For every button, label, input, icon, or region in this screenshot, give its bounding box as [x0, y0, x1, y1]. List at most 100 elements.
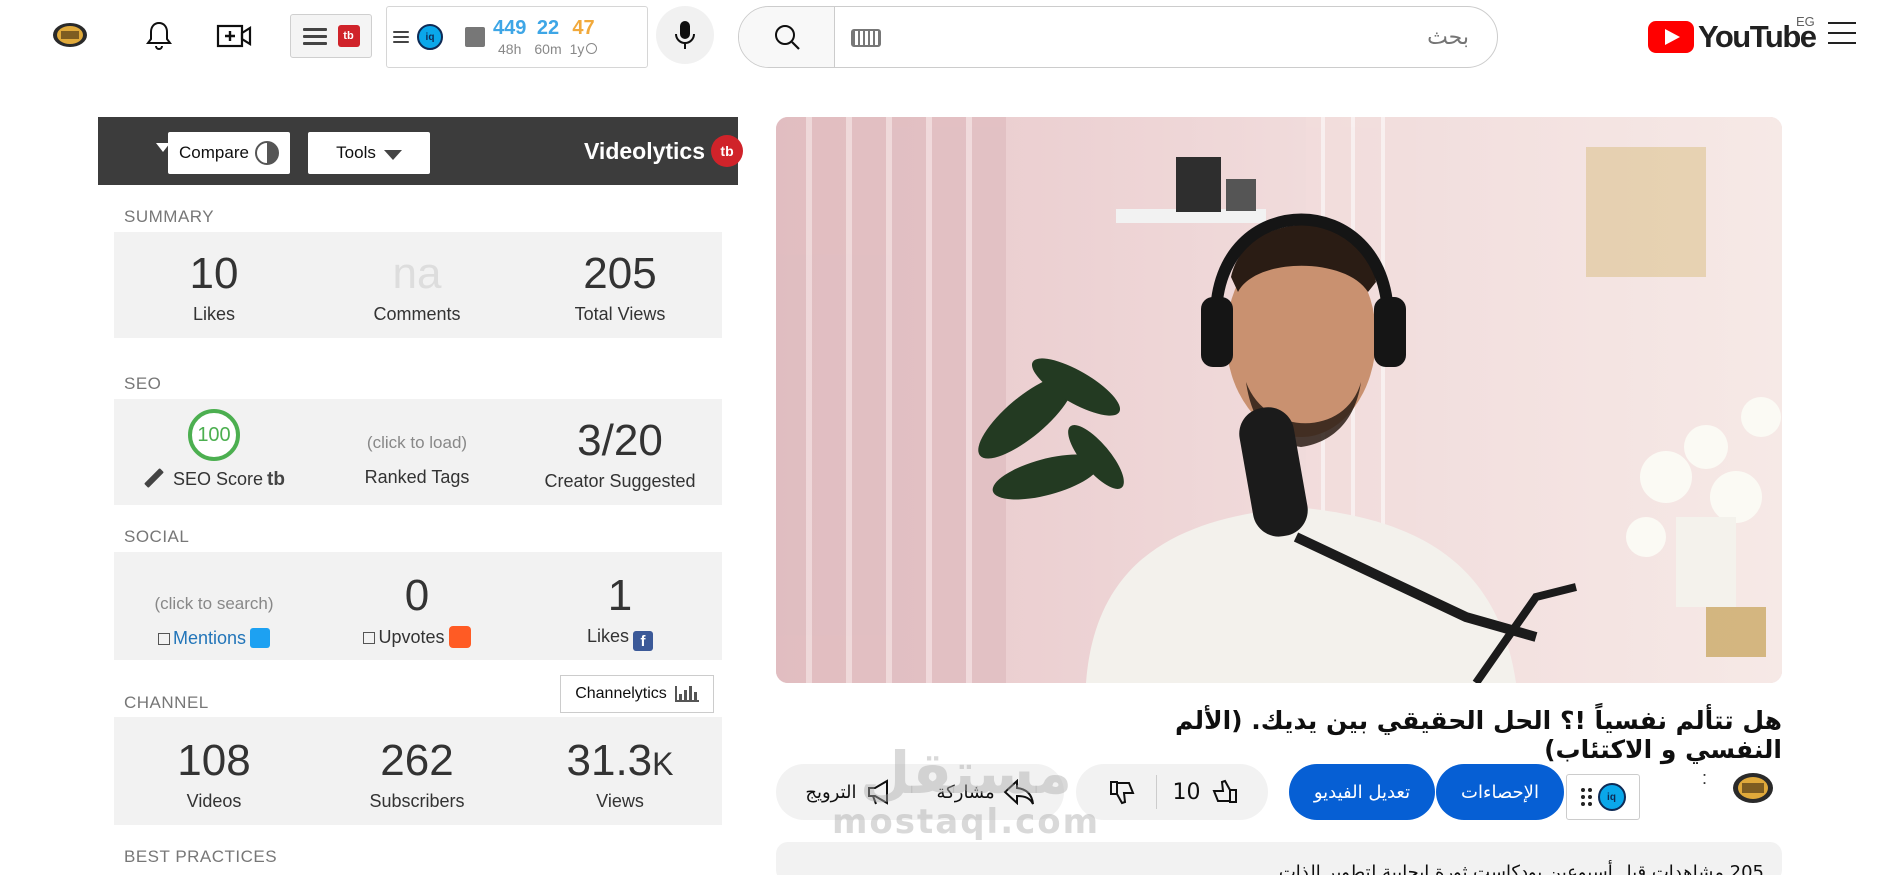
tubebuddy-logo-icon: tb [711, 135, 744, 167]
likes-value: 10 [189, 249, 239, 298]
channel-avatar[interactable] [1732, 770, 1774, 806]
seo-score-row: SEO Score tb [114, 468, 314, 491]
share-promote-group: الترويج مشاركة [776, 764, 1064, 820]
total-views-value: 205 [583, 249, 657, 298]
best-practices-heading: BEST PRACTICES [124, 847, 278, 866]
facebook-icon: f [633, 631, 654, 651]
share-button[interactable]: مشاركة [937, 779, 1035, 805]
seo-score-ring: 100 [188, 409, 240, 461]
comments-stat: na Comments [317, 252, 517, 325]
channel-subscribers-stat: 262 Subscribers [317, 739, 517, 812]
facebook-likes-stat: 1 Likes f [520, 574, 720, 651]
vidiq-extension-button[interactable]: iq [1566, 774, 1640, 820]
stat-label: 60m [534, 41, 562, 57]
vidiq-logo-icon: iq [1597, 783, 1626, 811]
summary-heading: SUMMARY [124, 207, 215, 226]
create-video-icon[interactable] [214, 18, 254, 54]
channel-heading: CHANNEL [124, 693, 209, 712]
tubebuddy-mini-icon: tb [267, 469, 285, 490]
like-dislike-group: 10 [1076, 764, 1268, 820]
analytics-button[interactable]: الإحصاءات [1436, 764, 1564, 820]
promote-button[interactable]: الترويج [805, 778, 896, 806]
upvotes-row: Upvotes [317, 626, 517, 648]
search-button[interactable] [739, 7, 835, 67]
tools-dropdown[interactable]: Tools [308, 132, 430, 174]
promote-label: الترويج [805, 781, 857, 803]
channel-videos-stat: 108 Videos [114, 739, 314, 812]
video-frame-image [776, 117, 1782, 683]
realtime-60m-stat: 22 60m [534, 18, 561, 56]
guide-menu-icon[interactable] [1828, 22, 1858, 48]
country-code: EG [1796, 14, 1815, 29]
edit-video-button[interactable]: تعديل الفيديو [1289, 764, 1435, 820]
social-heading: SOCIAL [124, 527, 190, 546]
total-views-stat: 205 Total Views [520, 252, 720, 325]
caret-down-icon [383, 149, 402, 160]
like-button[interactable]: 10 [1157, 778, 1257, 806]
dislike-button[interactable] [1088, 775, 1157, 809]
channelytics-label: Channelytics [575, 685, 667, 702]
stat-value: 47 [572, 17, 595, 39]
stat-label: 48h [498, 41, 522, 57]
video-player[interactable] [776, 117, 1782, 683]
subscribers-value: 262 [380, 736, 454, 785]
reddit-upvotes-stat: 0 Upvotes [317, 574, 517, 648]
realtime-48h-stat: 449 48h [493, 18, 526, 56]
channelytics-button[interactable]: Channelytics [560, 675, 714, 713]
summary-card: 10 Likes na Comments 205 Total Views [114, 232, 722, 338]
fb-likes-row: Likes f [520, 626, 720, 651]
channel-card: 108 Videos 262 Subscribers 31.3K Views [114, 717, 722, 825]
mentions-stat[interactable]: (click to search) Mentions [114, 594, 314, 649]
hamburger-icon [302, 24, 327, 49]
keyboard-icon[interactable] [851, 29, 881, 47]
thumbs-down-icon [1109, 781, 1134, 805]
tools-label: Tools [336, 143, 376, 162]
videolytics-panel: Compare Tools Videolytics tb SUMMARY 10 … [98, 117, 744, 875]
stat-label-text: 1y [569, 41, 585, 57]
ranked-tags-stat[interactable]: (click to load) Ranked Tags [317, 433, 517, 488]
comments-label: Comments [373, 304, 461, 324]
channel-views-suffix: K [652, 746, 674, 782]
mentions-link[interactable]: Mentions [173, 628, 246, 648]
channel-views-label: Views [596, 791, 644, 811]
youtube-logo[interactable]: YouTube [1648, 18, 1817, 56]
account-avatar[interactable] [52, 20, 88, 50]
tubebuddy-logo-icon: tb [337, 25, 360, 47]
share-label: مشاركة [936, 781, 995, 803]
seo-card: 100 SEO Score tb (click to load) Ranked T… [114, 399, 722, 505]
search-input[interactable] [835, 7, 1497, 67]
likes-label: Likes [192, 304, 236, 324]
search-icon [774, 25, 800, 50]
total-views-label: Total Views [574, 304, 666, 324]
creator-suggested-stat: 3/20 Creator Suggested [520, 419, 720, 492]
upvotes-label: Upvotes [378, 627, 445, 647]
bar-chart-icon [674, 686, 699, 702]
seo-heading: SEO [124, 374, 162, 393]
video-description[interactable]: 205 مشاهدات قبل أسبوعين بودكاست ثورة إيج… [776, 842, 1782, 875]
megaphone-icon [867, 779, 888, 805]
voice-search-mic-icon[interactable] [656, 6, 714, 64]
masthead: tb iq 449 48h 22 60m 47 1y YouTube [0, 0, 1890, 76]
fb-likes-label: Likes [586, 626, 630, 646]
likes-stat: 10 Likes [114, 252, 314, 325]
youtube-play-icon [1648, 21, 1694, 53]
notifications-bell-icon[interactable] [142, 18, 176, 54]
reddit-icon [448, 626, 471, 648]
compare-icon [254, 141, 279, 165]
subscribers-label: Subscribers [369, 791, 465, 811]
stat-value: 449 [493, 17, 527, 39]
seo-score-stat[interactable]: 100 SEO Score tb [114, 409, 314, 491]
pencil-icon[interactable] [144, 468, 164, 488]
channel-logo-icon [1733, 773, 1773, 803]
tubebuddy-menu-button[interactable]: tb [290, 14, 372, 58]
vidiq-logo-icon: iq [417, 24, 443, 50]
videos-label: Videos [186, 791, 242, 811]
vidiq-stats-widget[interactable]: iq 449 48h 22 60m 47 1y [386, 6, 648, 68]
channel-views-stat: 31.3K Views [520, 739, 720, 812]
like-count: 10 [1172, 779, 1201, 805]
seo-score-label: SEO Score [173, 469, 264, 489]
stats-bars-icon [465, 27, 485, 47]
compare-button[interactable]: Compare [168, 132, 290, 174]
vidiq-menu-icon[interactable] [393, 28, 409, 46]
ranked-tags-label: Ranked Tags [364, 467, 470, 487]
